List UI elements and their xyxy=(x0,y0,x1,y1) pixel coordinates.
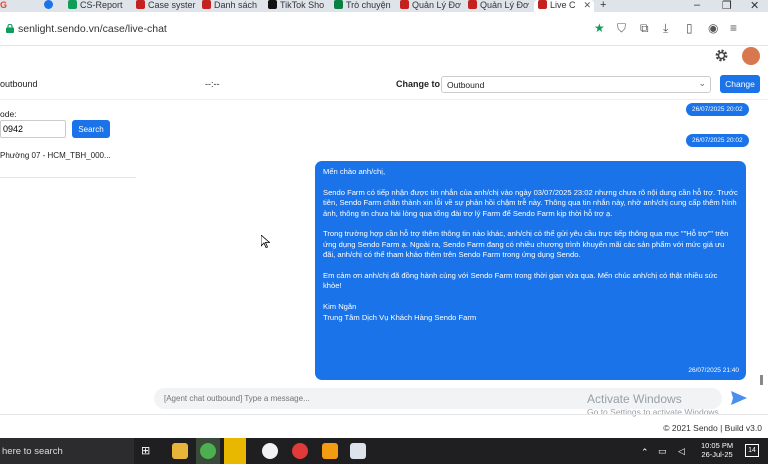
tab-label: Live C xyxy=(550,0,576,10)
change-to-select[interactable]: Outbound ⌄ xyxy=(441,76,711,93)
url-field[interactable]: senlight.sendo.vn/case/live-chat xyxy=(6,23,167,35)
tray-chevron-icon[interactable]: ⌃ xyxy=(641,447,649,458)
restore-icon[interactable]: ❐ xyxy=(722,0,732,12)
downloads-icon[interactable]: ⤓ xyxy=(663,21,668,36)
code-input[interactable] xyxy=(0,120,66,138)
chrome-icon[interactable] xyxy=(262,443,278,459)
tab-live-chat[interactable]: Live C ✕ xyxy=(534,0,594,12)
site-info-icon[interactable] xyxy=(6,24,14,33)
search-button[interactable]: Search xyxy=(72,120,110,138)
tab-label: CS-Report xyxy=(80,0,123,10)
new-tab-button[interactable]: + xyxy=(600,0,612,12)
outgoing-message-bubble: Mến chào anh/chị, Sendo Farm có tiếp nhậ… xyxy=(315,161,746,380)
message-paragraph: Trong trường hợp cần hỗ trợ thêm thông t… xyxy=(323,229,729,260)
url-text: senlight.sendo.vn/case/live-chat xyxy=(18,23,167,35)
taskbar-search-text: here to search xyxy=(2,446,63,457)
taskbar-time: 10:05 PM xyxy=(701,441,734,450)
profile-icon[interactable]: ◉ xyxy=(708,21,718,35)
conversation-list-item[interactable]: Phường 07 - HCM_TBH_000... xyxy=(0,146,136,178)
tab-quan-ly-don-1[interactable]: Quản Lý Đơ xyxy=(400,0,462,12)
browser-tab-strip: G CS-Report Case syster Danh sách TikTok… xyxy=(0,0,768,12)
sticky-notes-icon[interactable] xyxy=(224,438,246,464)
extensions-icon[interactable]: ⧉ xyxy=(640,21,649,36)
gmail-icon: G xyxy=(0,0,8,10)
footer-text: © 2021 Sendo | Build v3.0 xyxy=(663,423,762,433)
app-icon-orange[interactable] xyxy=(322,443,338,459)
channel-control-row: outbound --:-- Change to Outbound ⌄ Chan… xyxy=(0,68,768,100)
message-timestamp: 26/07/2025 20:02 xyxy=(686,103,749,116)
sendo-icon xyxy=(538,0,547,9)
change-to-label: Change to xyxy=(396,79,440,89)
message-paragraph: Em cảm ơn anh/chị đã đồng hành cùng với … xyxy=(323,271,718,291)
sheets-icon xyxy=(68,0,77,9)
tab-label: Quản Lý Đơ xyxy=(480,0,529,10)
tab-label: Quản Lý Đơ xyxy=(412,0,461,10)
sendo-icon xyxy=(136,0,145,9)
task-view-icon[interactable]: ⊞ xyxy=(141,444,150,457)
signature-name: Kim Ngân xyxy=(323,302,357,312)
message-paragraph: Mến chào anh/chị, xyxy=(323,167,386,176)
watermark-title: Activate Windows xyxy=(587,392,682,406)
signature-team: Trung Tâm Dịch Vụ Khách Hàng Sendo Farm xyxy=(323,312,477,322)
chat-icon xyxy=(334,0,343,9)
tiktok-icon xyxy=(268,0,277,9)
network-icon[interactable]: ▭ xyxy=(658,446,667,457)
app-icon-window[interactable] xyxy=(350,443,366,459)
bookmark-star-icon[interactable]: ★ xyxy=(594,21,605,35)
left-panel: ode: Search Phường 07 - HCM_TBH_000... xyxy=(0,100,140,390)
send-icon[interactable] xyxy=(730,389,748,407)
taskbar-clock[interactable]: 10:05 PM 26-Jul-25 xyxy=(701,441,733,459)
taskbar-active-app[interactable] xyxy=(196,438,220,464)
tab-label: Case syster xyxy=(148,0,196,10)
minimize-icon[interactable]: – xyxy=(694,0,700,11)
sidepanel-icon[interactable]: ▯ xyxy=(686,21,693,35)
tab-danh-sach[interactable]: Danh sách xyxy=(202,0,262,12)
volume-icon[interactable]: ◁ xyxy=(678,446,685,457)
tab-label: Danh sách xyxy=(214,0,258,10)
close-window-icon[interactable]: ✕ xyxy=(750,0,759,12)
change-to-value: Outbound xyxy=(447,80,485,90)
tab-case-system[interactable]: Case syster xyxy=(136,0,196,12)
shield-extension-icon[interactable]: ⛉ xyxy=(617,21,626,36)
chat-messages: 26/07/2025 20:02 26/07/2025 20:02 Mến ch… xyxy=(140,100,758,384)
chevron-down-icon: ⌄ xyxy=(698,78,706,88)
conversation-item-label: Phường 07 - HCM_TBH_000... xyxy=(0,151,111,160)
tab-cs-report[interactable]: CS-Report xyxy=(68,0,130,12)
tab-gmail[interactable]: G xyxy=(0,0,14,12)
gear-icon[interactable] xyxy=(714,48,729,63)
taskbar-date: 26-Jul-25 xyxy=(701,450,733,459)
channel-label: outbound xyxy=(0,79,38,89)
windows-taskbar: here to search ⊞ ⌃ ▭ ◁ 10:05 PM 26-Jul-2… xyxy=(0,438,768,464)
page-footer: © 2021 Sendo | Build v3.0 xyxy=(0,414,768,438)
app-header xyxy=(0,46,768,68)
app-icon xyxy=(200,443,216,459)
tab-tro-chuyen[interactable]: Trò chuyện xyxy=(334,0,394,12)
avatar[interactable] xyxy=(742,47,760,65)
tab-tiktok[interactable]: TikTok Sho xyxy=(268,0,328,12)
address-bar: senlight.sendo.vn/case/live-chat ★ ⛉ ⧉ ⤓… xyxy=(0,12,768,46)
messenger-icon xyxy=(44,0,53,9)
tab-messenger[interactable] xyxy=(44,0,60,12)
menu-icon[interactable]: ≡ xyxy=(730,21,737,35)
timer-display: --:-- xyxy=(205,79,220,89)
sendo-icon xyxy=(202,0,211,9)
sendo-icon xyxy=(400,0,409,9)
message-time: 26/07/2025 21:40 xyxy=(688,366,739,374)
taskbar-search[interactable]: here to search xyxy=(0,438,134,464)
close-tab-icon[interactable]: ✕ xyxy=(583,0,591,10)
tab-label: Trò chuyện xyxy=(346,0,391,10)
tab-label: TikTok Sho xyxy=(280,0,325,10)
message-timestamp: 26/07/2025 20:02 xyxy=(686,134,749,147)
chat-app-icon[interactable] xyxy=(292,443,308,459)
sendo-icon xyxy=(468,0,477,9)
file-explorer-icon[interactable] xyxy=(172,443,188,459)
notification-badge[interactable]: 14 xyxy=(745,444,759,457)
tab-quan-ly-don-2[interactable]: Quản Lý Đơ xyxy=(468,0,530,12)
code-label: ode: xyxy=(0,109,17,119)
message-paragraph: Sendo Farm có tiếp nhận được tin nhắn củ… xyxy=(323,187,738,218)
change-button[interactable]: Change xyxy=(720,75,760,93)
